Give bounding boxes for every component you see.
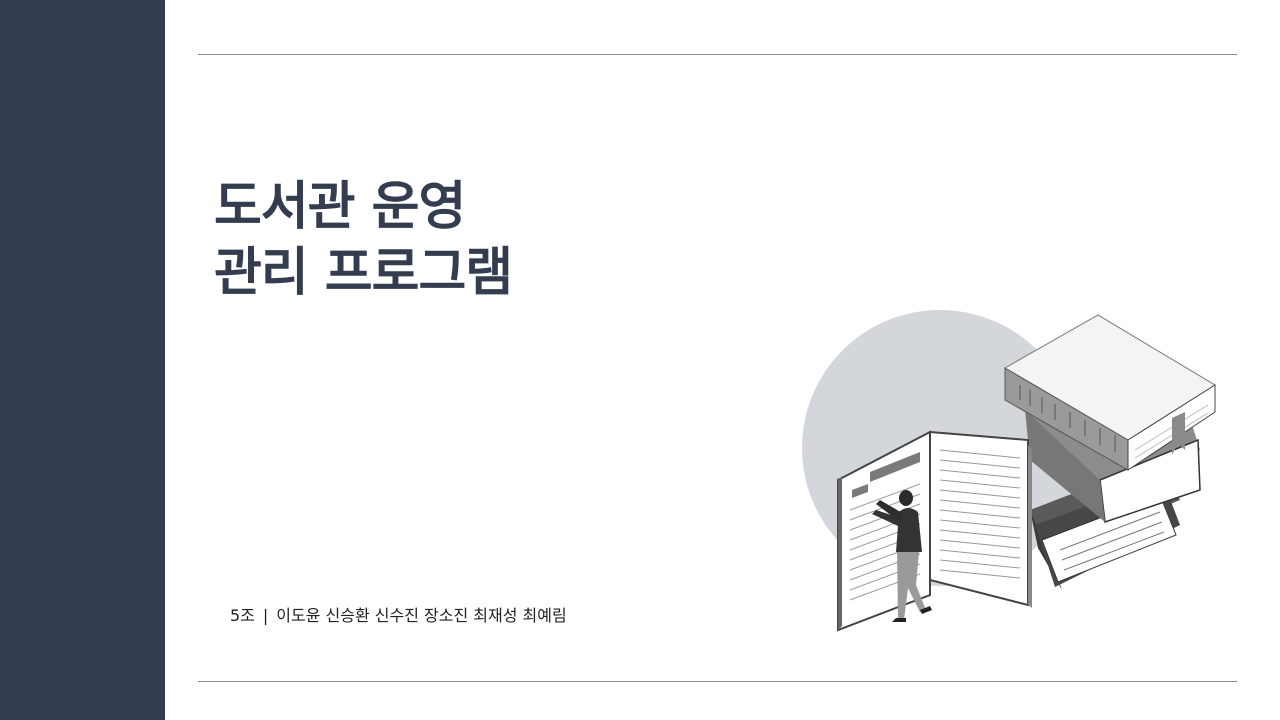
team-number: 5조	[230, 606, 255, 625]
top-divider	[198, 54, 1237, 55]
member-names: 이도윤 신승환 신수진 장소진 최재성 최예림	[276, 606, 567, 625]
bottom-divider	[198, 681, 1237, 682]
left-sidebar-bar	[0, 0, 165, 720]
separator: |	[262, 606, 269, 625]
title-line-2: 관리 프로그램	[214, 243, 513, 303]
slide-title: 도서관 운영 관리 프로그램	[214, 174, 513, 306]
team-members-line: 5조 | 이도윤 신승환 신수진 장소진 최재성 최예림	[230, 605, 567, 627]
presentation-slide: 도서관 운영 관리 프로그램 5조 | 이도윤 신승환 신수진 장소진 최재성 최예…	[0, 0, 1280, 720]
person-reading-giant-books-icon	[802, 310, 1216, 632]
title-line-1: 도서관 운영	[214, 177, 466, 237]
